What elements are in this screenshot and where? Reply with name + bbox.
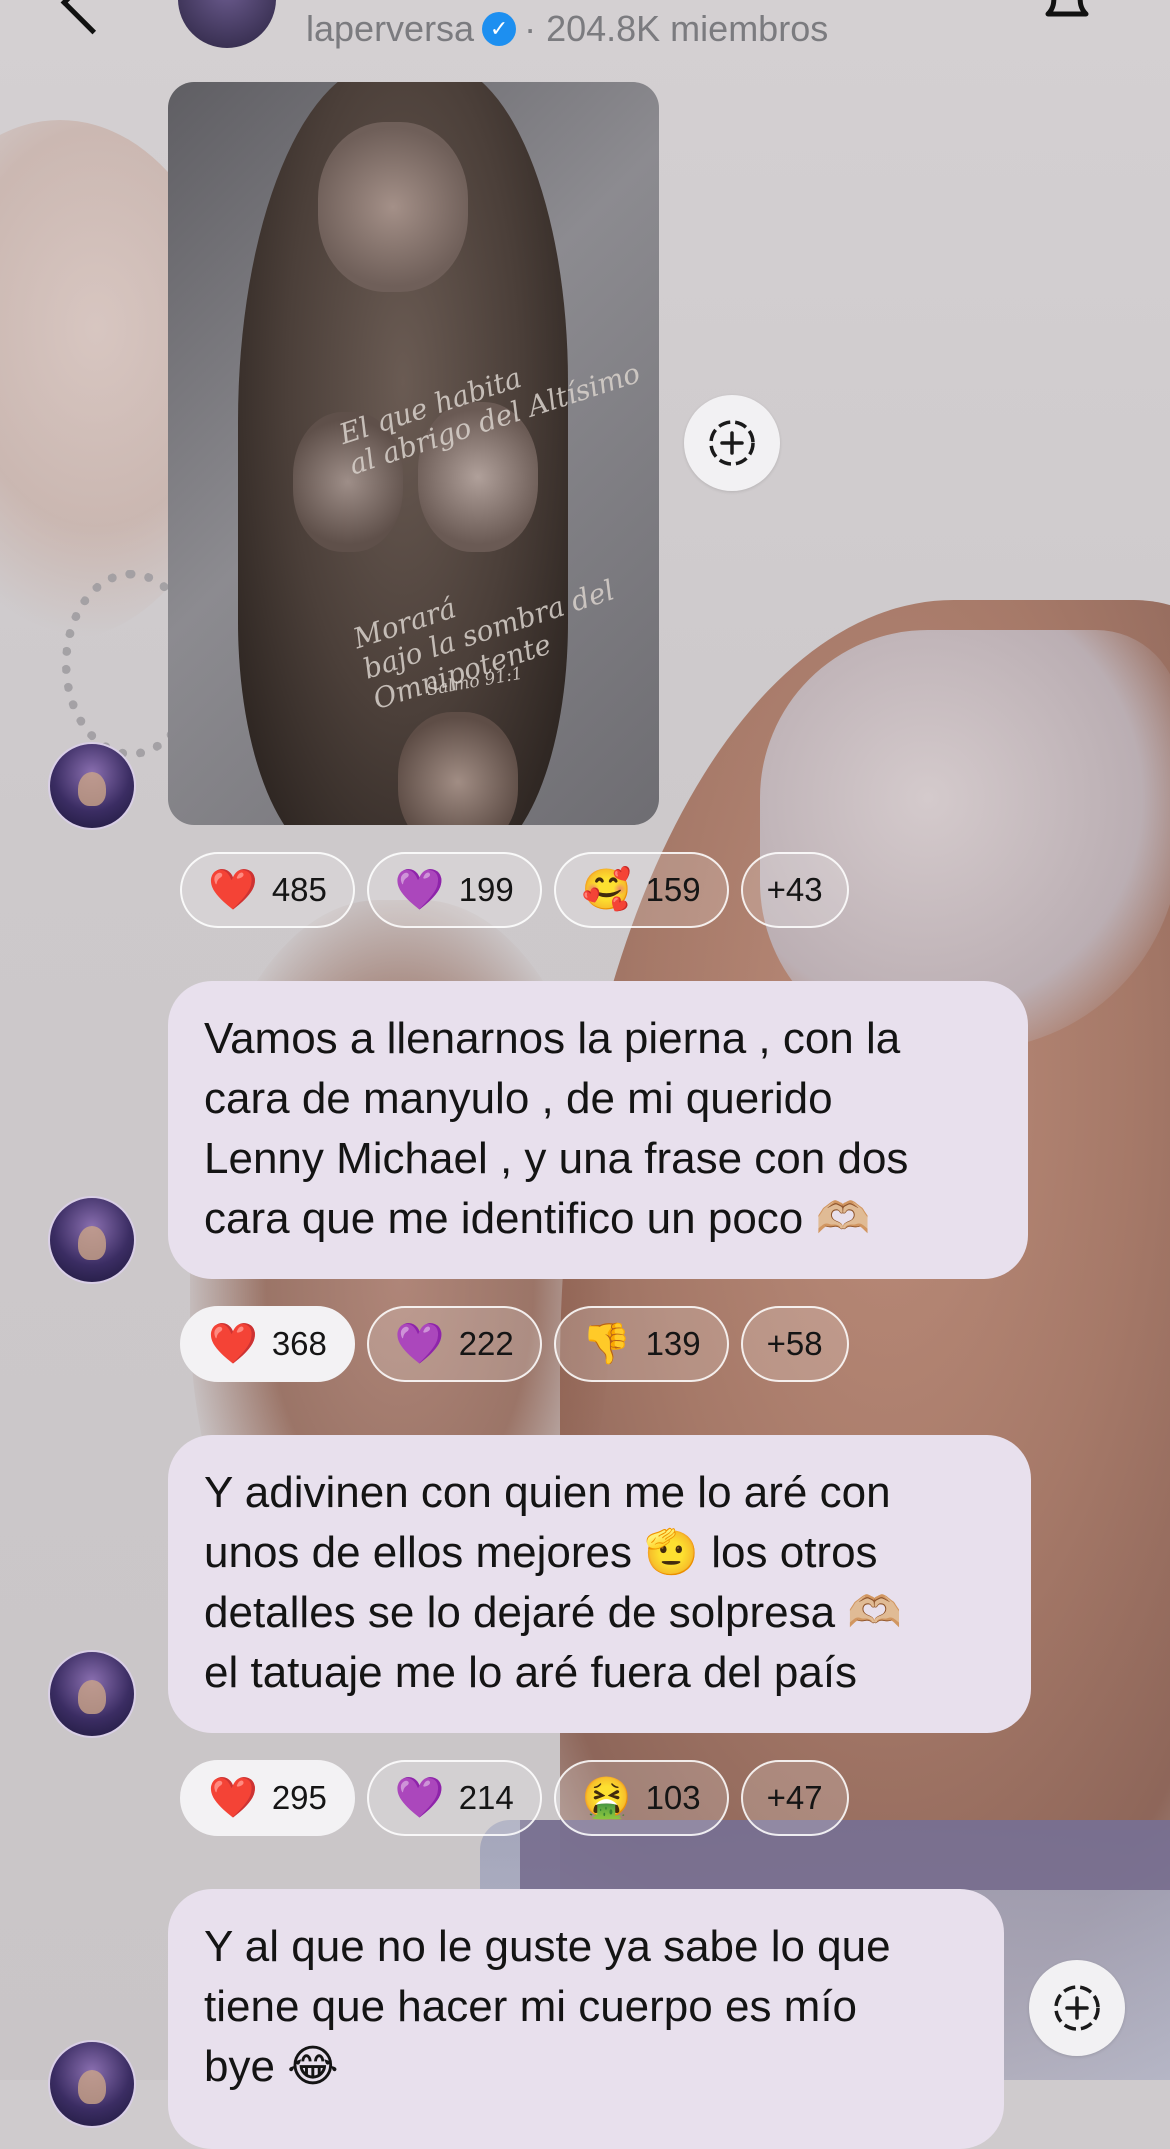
reaction-count: 295 xyxy=(271,1779,327,1816)
share-button[interactable] xyxy=(684,395,780,491)
member-count: · 204.8K miembros xyxy=(524,8,829,49)
purple-heart-icon: 💜 xyxy=(394,1776,445,1820)
reaction-more-count: +43 xyxy=(766,871,823,908)
reaction-heart[interactable]: ❤️ 295 xyxy=(180,1760,355,1836)
reaction-heart[interactable]: ❤️ 368 xyxy=(180,1306,355,1382)
reaction-more-count: +58 xyxy=(766,1325,823,1362)
red-heart-icon: ❤️ xyxy=(208,1322,258,1366)
verified-badge-icon: ✓ xyxy=(482,12,517,46)
thumbs-down-icon: 👎 xyxy=(581,1322,632,1366)
message-text: Y adivinen con quien me lo aré con unos … xyxy=(204,1468,903,1697)
reaction-count: 199 xyxy=(458,871,514,908)
message-text: Y al que no le guste ya sabe lo que tien… xyxy=(204,1922,891,2091)
reaction-more-count: +47 xyxy=(766,1779,823,1816)
reaction-count: 103 xyxy=(645,1779,701,1816)
tattoo-photo[interactable]: El que habita al abrigo del Altísimo Mor… xyxy=(168,82,659,825)
message-bubble[interactable]: Y adivinen con quien me lo aré con unos … xyxy=(168,1435,1031,1733)
share-button[interactable] xyxy=(1029,1960,1125,2056)
sender-avatar[interactable] xyxy=(48,742,136,830)
reaction-count: 139 xyxy=(645,1325,701,1362)
sender-avatar[interactable] xyxy=(48,1650,136,1738)
reaction-count: 485 xyxy=(271,871,327,908)
reaction-more[interactable]: +58 xyxy=(740,1306,849,1382)
reaction-purple-heart[interactable]: 💜 199 xyxy=(366,852,542,928)
channel-name: laperversa xyxy=(306,8,475,49)
reaction-purple-heart[interactable]: 💜 222 xyxy=(366,1306,542,1382)
channel-header: laperversa ✓ · 204.8K miembros xyxy=(0,0,1170,60)
channel-avatar[interactable] xyxy=(178,0,276,48)
red-heart-icon: ❤️ xyxy=(208,868,258,912)
red-heart-icon: ❤️ xyxy=(208,1776,258,1820)
reaction-count: 368 xyxy=(271,1325,327,1362)
sender-avatar[interactable] xyxy=(48,2040,136,2128)
smiling-face-hearts-icon: 🥰 xyxy=(581,868,632,912)
vomiting-face-icon: 🤮 xyxy=(581,1776,632,1820)
reaction-heart[interactable]: ❤️ 485 xyxy=(180,852,355,928)
reaction-smiling-hearts[interactable]: 🥰 159 xyxy=(553,852,729,928)
reaction-count: 222 xyxy=(458,1325,514,1362)
share-circle-plus-icon xyxy=(709,420,755,466)
reaction-more[interactable]: +47 xyxy=(740,1760,849,1836)
reaction-count: 214 xyxy=(458,1779,514,1816)
sender-avatar[interactable] xyxy=(48,1196,136,1284)
channel-subtitle[interactable]: laperversa ✓ · 204.8K miembros xyxy=(306,8,828,50)
reaction-purple-heart[interactable]: 💜 214 xyxy=(366,1760,542,1836)
message-text: Vamos a llenarnos la pierna , con la car… xyxy=(204,1014,909,1243)
reaction-vomit[interactable]: 🤮 103 xyxy=(553,1760,729,1836)
purple-heart-icon: 💜 xyxy=(394,1322,445,1366)
back-icon[interactable] xyxy=(60,0,125,35)
reaction-bar: ❤️ 368 💜 222 👎 139 +58 xyxy=(180,1306,849,1382)
reaction-thumbs-down[interactable]: 👎 139 xyxy=(553,1306,729,1382)
message-bubble[interactable]: Vamos a llenarnos la pierna , con la car… xyxy=(168,981,1028,1279)
purple-heart-icon: 💜 xyxy=(394,868,445,912)
bell-icon[interactable] xyxy=(1040,0,1094,28)
share-circle-plus-icon xyxy=(1054,1985,1100,2031)
reaction-bar: ❤️ 485 💜 199 🥰 159 +43 xyxy=(180,852,849,928)
message-bubble[interactable]: Y al que no le guste ya sabe lo que tien… xyxy=(168,1889,1004,2149)
reaction-count: 159 xyxy=(645,871,701,908)
reaction-more[interactable]: +43 xyxy=(740,852,849,928)
reaction-bar: ❤️ 295 💜 214 🤮 103 +47 xyxy=(180,1760,849,1836)
